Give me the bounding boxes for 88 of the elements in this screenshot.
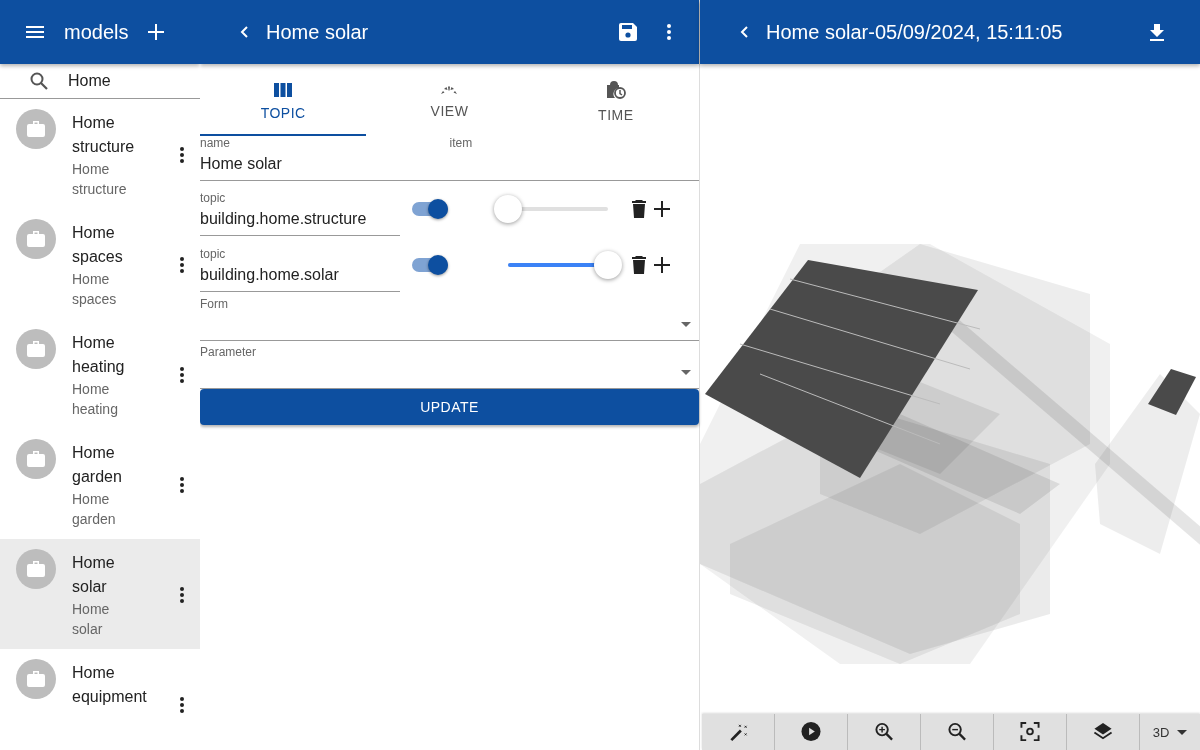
more-icon xyxy=(667,24,671,40)
more-icon xyxy=(180,257,184,274)
app-title: models xyxy=(64,20,129,44)
more-icon xyxy=(180,587,184,604)
item-subtitle: Home solar xyxy=(72,600,111,640)
clock-bag-icon xyxy=(605,81,626,99)
layers-icon xyxy=(1093,722,1113,742)
item-title: Home garden xyxy=(72,443,123,488)
model-item[interactable]: Home equipment xyxy=(0,649,200,750)
save-button[interactable] xyxy=(619,23,637,41)
add-button[interactable] xyxy=(654,201,670,217)
editor-title: Home solar xyxy=(266,20,369,44)
back-icon xyxy=(240,26,248,38)
item-title: Home solar xyxy=(72,553,116,598)
download-button[interactable] xyxy=(1150,23,1164,41)
field-label: item xyxy=(449,136,474,150)
field-label: name xyxy=(200,136,232,150)
more-icon xyxy=(180,367,184,384)
viewer-title: Home solar-05/09/2024, 15:11:05 xyxy=(766,20,1063,44)
name-field[interactable]: Home solar xyxy=(200,150,699,181)
columns-icon xyxy=(274,83,293,97)
briefcase-icon xyxy=(16,439,56,480)
zoom-out-icon xyxy=(947,722,967,742)
focus-icon xyxy=(1020,722,1040,742)
more-icon xyxy=(180,697,184,714)
back-icon xyxy=(740,26,748,38)
trash-icon xyxy=(632,256,646,274)
plus-icon xyxy=(148,24,165,40)
zoom-in-icon xyxy=(874,722,894,742)
slider-thumb[interactable] xyxy=(494,195,522,223)
more-button[interactable] xyxy=(180,367,184,384)
trash-icon xyxy=(632,200,646,218)
download-icon xyxy=(1150,23,1164,41)
item-subtitle: Home spaces xyxy=(72,270,118,310)
item-subtitle: Home garden xyxy=(72,490,117,530)
toggle-switch[interactable] xyxy=(412,255,448,275)
menu-button[interactable] xyxy=(26,26,44,38)
briefcase-icon xyxy=(16,329,56,370)
plus-icon xyxy=(654,257,670,273)
delete-button[interactable] xyxy=(632,256,646,274)
more-button[interactable] xyxy=(180,697,184,714)
gauge-icon xyxy=(440,85,459,95)
item-title: Home heating xyxy=(72,333,126,378)
tab[interactable]: VIEW xyxy=(366,64,533,136)
search-field[interactable]: Home xyxy=(68,72,178,91)
view-mode-dropdown[interactable]: 3D xyxy=(1140,714,1200,750)
more-button[interactable] xyxy=(667,24,671,40)
briefcase-icon xyxy=(16,219,56,260)
back-button[interactable] xyxy=(740,26,748,38)
more-button[interactable] xyxy=(180,477,184,494)
item-subtitle: Home structure xyxy=(72,160,128,200)
toggle-switch[interactable] xyxy=(412,199,448,219)
caret-icon xyxy=(681,322,691,327)
item-title: Home structure xyxy=(72,113,136,158)
tab[interactable]: TIME xyxy=(532,64,699,136)
topic-field[interactable]: topic building.home.structure xyxy=(200,182,400,236)
more-button[interactable] xyxy=(180,147,184,164)
caret-icon xyxy=(1177,729,1188,735)
more-button[interactable] xyxy=(180,257,184,274)
briefcase-icon xyxy=(16,549,56,590)
back-button[interactable] xyxy=(240,26,248,38)
tab[interactable]: TOPIC xyxy=(200,64,367,136)
model-item[interactable]: Home structure Home structure xyxy=(0,99,200,210)
model-item[interactable]: Home heating Home heating xyxy=(0,319,200,430)
save-icon xyxy=(619,23,637,41)
item-title: Home equipment xyxy=(72,663,147,708)
add-button[interactable] xyxy=(654,257,670,273)
caret-icon xyxy=(681,370,691,375)
item-subtitle: Home heating xyxy=(72,380,119,420)
plus-icon xyxy=(654,201,670,217)
slider-thumb[interactable] xyxy=(594,251,622,279)
topic-field[interactable]: topic building.home.solar xyxy=(200,238,400,292)
menu-icon xyxy=(26,26,44,38)
play-icon xyxy=(801,722,821,742)
more-icon xyxy=(180,477,184,494)
briefcase-icon xyxy=(16,109,56,150)
briefcase-icon xyxy=(16,659,56,700)
search-icon xyxy=(30,72,48,91)
delete-button[interactable] xyxy=(632,200,646,218)
update-button[interactable]: UPDATE xyxy=(200,389,699,425)
more-icon xyxy=(180,147,184,164)
item-title: Home spaces xyxy=(72,223,124,268)
model-item[interactable]: Home solar Home solar xyxy=(0,539,200,650)
wand-icon xyxy=(728,722,748,742)
model-item[interactable]: Home spaces Home spaces xyxy=(0,209,200,320)
more-button[interactable] xyxy=(180,587,184,604)
select-field[interactable]: Form xyxy=(200,293,699,341)
model-item[interactable]: Home garden Home garden xyxy=(0,429,200,540)
